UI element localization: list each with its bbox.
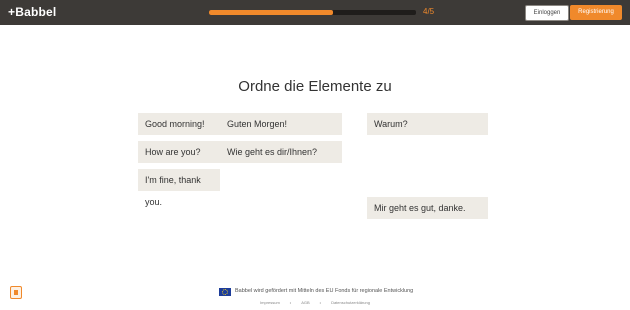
- tile-good-morning[interactable]: Good morning!: [138, 113, 220, 135]
- tile-wie-geht-es[interactable]: Wie geht es dir/Ihnen?: [220, 141, 342, 163]
- footer-separator: •: [289, 300, 292, 305]
- footer-links: Impressum • AGB • Datenschutzerklärung: [0, 300, 630, 305]
- eu-funding-notice: Babbel wird gefördert mit Mitteln des EU…: [235, 288, 414, 294]
- tile-guten-morgen[interactable]: Guten Morgen!: [220, 113, 342, 135]
- feedback-icon[interactable]: [10, 286, 22, 299]
- footer-separator: •: [319, 300, 322, 305]
- footer-link-datenschutz[interactable]: Datenschutzerklärung: [331, 300, 370, 305]
- register-button[interactable]: Registrierung: [570, 5, 622, 20]
- progress-bar-fill: [209, 10, 334, 15]
- tile-im-fine[interactable]: I'm fine, thank you.: [138, 169, 220, 207]
- tile-warum[interactable]: Warum?: [367, 113, 488, 135]
- exercise-title: Ordne die Elemente zu: [238, 78, 392, 95]
- babbel-logo[interactable]: +Babbel: [8, 5, 56, 19]
- footer-link-agb[interactable]: AGB: [301, 300, 309, 305]
- progress-bar: [209, 10, 416, 15]
- progress-counter: 4/5: [423, 7, 435, 16]
- tile-mir-geht-es-gut[interactable]: Mir geht es gut, danke.: [367, 197, 488, 219]
- footer-link-impressum[interactable]: Impressum: [260, 300, 280, 305]
- top-bar: +Babbel 4/5 Einloggen Registrierung: [0, 0, 630, 25]
- login-button[interactable]: Einloggen: [525, 5, 569, 21]
- tile-how-are-you[interactable]: How are you?: [138, 141, 220, 163]
- eu-flag-icon: [219, 288, 231, 296]
